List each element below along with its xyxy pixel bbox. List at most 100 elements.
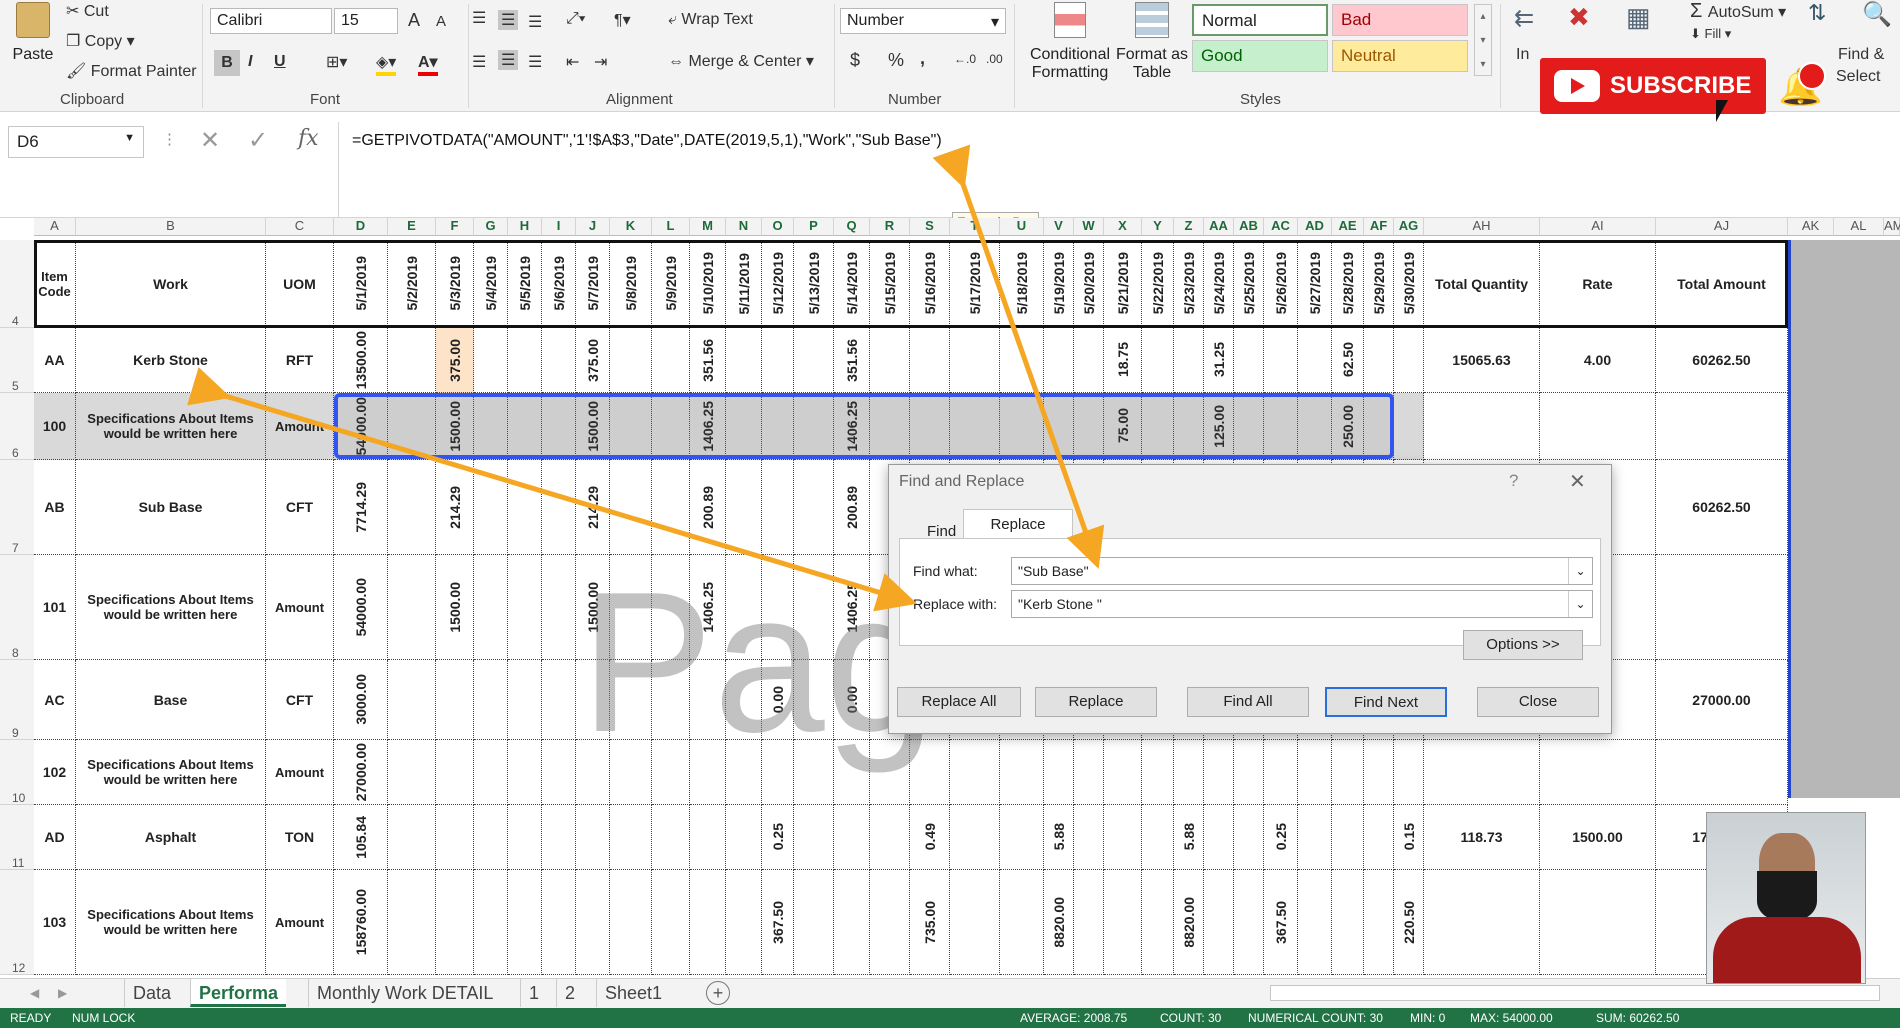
cell-date-value[interactable]	[1174, 328, 1204, 393]
header-date[interactable]: 5/3/2019	[436, 240, 474, 328]
cell-date-value[interactable]	[1104, 870, 1142, 975]
cell-date-value[interactable]	[1142, 328, 1174, 393]
cell-date-value[interactable]: 8820.00	[1044, 870, 1074, 975]
cell-date-value[interactable]: 158760.00	[334, 870, 388, 975]
align-right-icon[interactable]: ☰	[528, 52, 542, 72]
sheet-tab[interactable]: Monthly Work DETAIL	[308, 979, 501, 1007]
row-header[interactable]: 5	[0, 328, 34, 393]
cell-date-value[interactable]	[1142, 870, 1174, 975]
sheet-tab[interactable]: 2	[556, 979, 583, 1007]
fill-button[interactable]: ⬇ Fill ▾	[1690, 26, 1731, 42]
cell-rate[interactable]: 4.00	[1540, 328, 1656, 393]
cell-date-value[interactable]	[1264, 740, 1298, 805]
cell-item-code[interactable]: AB	[34, 460, 76, 555]
column-header-D[interactable]: D	[334, 218, 388, 236]
cell-date-value[interactable]: 5.88	[1044, 805, 1074, 870]
header-total-quantity[interactable]: Total Quantity	[1424, 240, 1540, 328]
cell-date-value[interactable]	[834, 870, 870, 975]
cell-date-value[interactable]	[542, 660, 576, 740]
fx-icon[interactable]: fx	[298, 126, 319, 151]
cell-date-value[interactable]	[1204, 740, 1234, 805]
cell-date-value[interactable]	[542, 870, 576, 975]
header-date[interactable]: 5/29/2019	[1364, 240, 1394, 328]
cut-button[interactable]: ✂ Cut	[66, 1, 109, 21]
cell-total-amount[interactable]	[1656, 740, 1788, 805]
find-select-label[interactable]: Find &	[1838, 46, 1884, 64]
cell-date-value[interactable]: 735.00	[910, 870, 950, 975]
cell-date-value[interactable]	[1234, 805, 1264, 870]
column-header-T[interactable]: T	[950, 218, 1000, 236]
column-header-AM[interactable]: AM	[1884, 218, 1900, 236]
column-header-AI[interactable]: AI	[1540, 218, 1656, 236]
row-header[interactable]: 10	[0, 740, 34, 805]
formula-input[interactable]: =GETPIVOTDATA("AMOUNT",'1'!$A$3,"Date",D…	[352, 132, 942, 150]
cell-work[interactable]: Kerb Stone	[76, 328, 266, 393]
cell-date-value[interactable]	[542, 328, 576, 393]
cell-uom[interactable]: CFT	[266, 660, 334, 740]
row-header[interactable]: 7	[0, 460, 34, 555]
cell-work[interactable]: Asphalt	[76, 805, 266, 870]
format-cells-icon[interactable]: ▦	[1626, 2, 1651, 33]
replace-with-input[interactable]: "Kerb Stone " ⌄	[1011, 590, 1593, 618]
cell-date-value[interactable]	[1142, 740, 1174, 805]
cell-date-value[interactable]	[690, 870, 726, 975]
column-header-AG[interactable]: AG	[1394, 218, 1424, 236]
align-left-icon[interactable]: ☰	[472, 52, 486, 72]
cell-work[interactable]: Specifications About Items would be writ…	[76, 393, 266, 460]
cell-date-value[interactable]: 27000.00	[334, 740, 388, 805]
header-date[interactable]: 5/25/2019	[1234, 240, 1264, 328]
cell-date-value[interactable]	[436, 805, 474, 870]
grow-font-button[interactable]: A	[408, 10, 420, 31]
cell-date-value[interactable]	[474, 460, 508, 555]
header-date[interactable]: 5/9/2019	[652, 240, 690, 328]
cell-work[interactable]: Specifications About Items would be writ…	[76, 555, 266, 660]
align-middle-icon[interactable]: ☰	[498, 10, 519, 30]
cell-date-value[interactable]	[508, 555, 542, 660]
cell-work[interactable]: Base	[76, 660, 266, 740]
find-what-input[interactable]: "Sub Base" ⌄	[1011, 557, 1593, 585]
column-header-AJ[interactable]: AJ	[1656, 218, 1788, 236]
header-date[interactable]: 5/4/2019	[474, 240, 508, 328]
cell-date-value[interactable]	[1104, 805, 1142, 870]
cell-date-value[interactable]	[1074, 740, 1104, 805]
cell-date-value[interactable]	[1364, 805, 1394, 870]
add-sheet-icon[interactable]: +	[706, 981, 730, 1005]
column-header-AL[interactable]: AL	[1834, 218, 1884, 236]
column-header-N[interactable]: N	[726, 218, 762, 236]
cell-date-value[interactable]: 200.89	[690, 460, 726, 555]
column-header-W[interactable]: W	[1074, 218, 1104, 236]
insert-cells-icon[interactable]: ⇇	[1514, 4, 1534, 33]
cell-date-value[interactable]	[1174, 740, 1204, 805]
find-all-button[interactable]: Find All	[1187, 687, 1309, 717]
cell-item-code[interactable]: 100	[34, 393, 76, 460]
cell-date-value[interactable]	[508, 870, 542, 975]
header-date[interactable]: 5/12/2019	[762, 240, 794, 328]
cell-date-value[interactable]: 200.89	[834, 460, 870, 555]
find-select-icon[interactable]: 🔍	[1862, 0, 1892, 29]
italic-button[interactable]: I	[248, 53, 252, 71]
column-header-F[interactable]: F	[436, 218, 474, 236]
column-header-Y[interactable]: Y	[1142, 218, 1174, 236]
styles-scroll[interactable]: ▴ ▾ ▾	[1474, 4, 1492, 76]
cell-date-value[interactable]: 214.29	[436, 460, 474, 555]
number-format-select[interactable]: Number ▾	[840, 8, 1006, 34]
column-header-I[interactable]: I	[542, 218, 576, 236]
column-header-L[interactable]: L	[652, 218, 690, 236]
font-size-select[interactable]: 15	[334, 8, 398, 34]
column-header-AE[interactable]: AE	[1332, 218, 1364, 236]
cell-total-amount[interactable]: 60262.50	[1656, 328, 1788, 393]
cell-date-value[interactable]	[652, 870, 690, 975]
cell-date-value[interactable]	[508, 660, 542, 740]
header-date[interactable]: 5/28/2019	[1332, 240, 1364, 328]
column-header-V[interactable]: V	[1044, 218, 1074, 236]
cell-total-quantity[interactable]	[1424, 740, 1540, 805]
row-header[interactable]: 9	[0, 660, 34, 740]
header-date[interactable]: 5/14/2019	[834, 240, 870, 328]
find-next-button[interactable]: Find Next	[1325, 687, 1447, 717]
align-bottom-icon[interactable]: ☰	[528, 12, 542, 32]
column-header-AH[interactable]: AH	[1424, 218, 1540, 236]
underline-button[interactable]: U	[274, 53, 286, 71]
enter-icon[interactable]: ✓	[248, 126, 268, 155]
cell-date-value[interactable]	[870, 805, 910, 870]
cell-date-value[interactable]	[542, 740, 576, 805]
